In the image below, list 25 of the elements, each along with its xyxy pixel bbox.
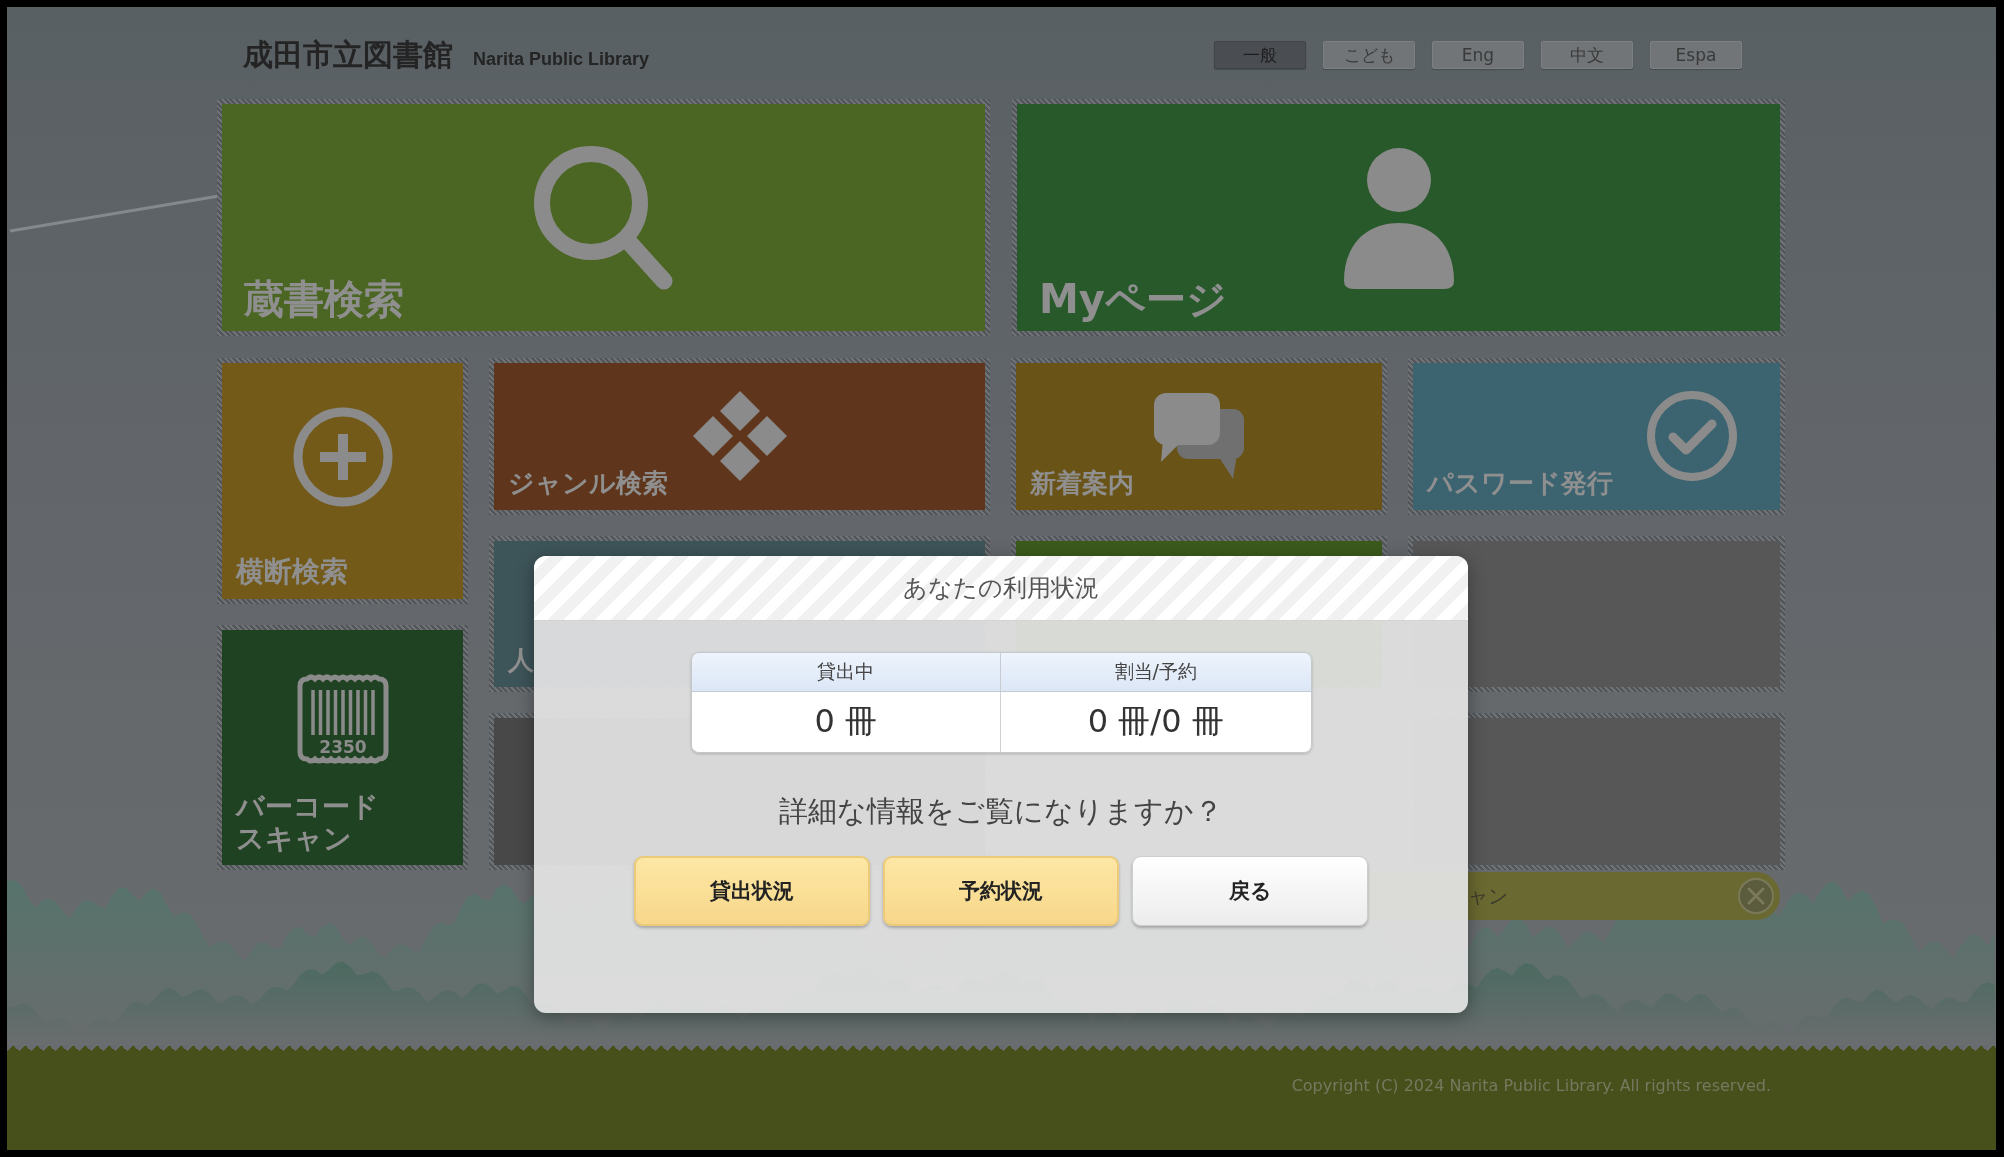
table-cell: 0 冊 <box>691 692 1001 752</box>
language-tab[interactable]: Espa <box>1650 41 1742 69</box>
barcode-icon <box>297 674 388 764</box>
clear-icon[interactable] <box>1738 878 1774 914</box>
column-header: 貸出中 <box>691 653 1001 692</box>
library-name-english: Narita Public Library <box>473 49 650 70</box>
copyright: Copyright (C) 2024 Narita Public Library. All rights reserved. <box>1291 1076 1771 1096</box>
dialog-question: 詳細な情報をご覧になりますか？ <box>779 793 1223 830</box>
language-tab[interactable]: こども <box>1323 41 1415 69</box>
language-tab[interactable]: 中文 <box>1541 41 1633 69</box>
diamond-grid-icon <box>691 390 788 483</box>
back-button[interactable]: 戻る <box>1132 856 1368 926</box>
barcode-number: 2350 <box>318 737 367 758</box>
table-cell: 0 冊/0 冊 <box>1001 692 1311 752</box>
search-icon <box>533 144 674 291</box>
plus-circle-icon <box>292 406 393 507</box>
speech-bubbles-icon <box>1153 392 1245 481</box>
check-circle-icon <box>1646 390 1738 483</box>
library-name: 成田市立図書館 <box>243 40 453 70</box>
reservation-status-button[interactable]: 予約状況 <box>883 856 1119 926</box>
language-tab[interactable]: Eng <box>1432 41 1524 69</box>
loan-status-button[interactable]: 貸出状況 <box>634 856 870 926</box>
column-header: 割当/予約 <box>1001 653 1311 692</box>
dialog-title: あなたの利用状況 <box>903 573 1099 603</box>
person-icon <box>1343 146 1454 289</box>
